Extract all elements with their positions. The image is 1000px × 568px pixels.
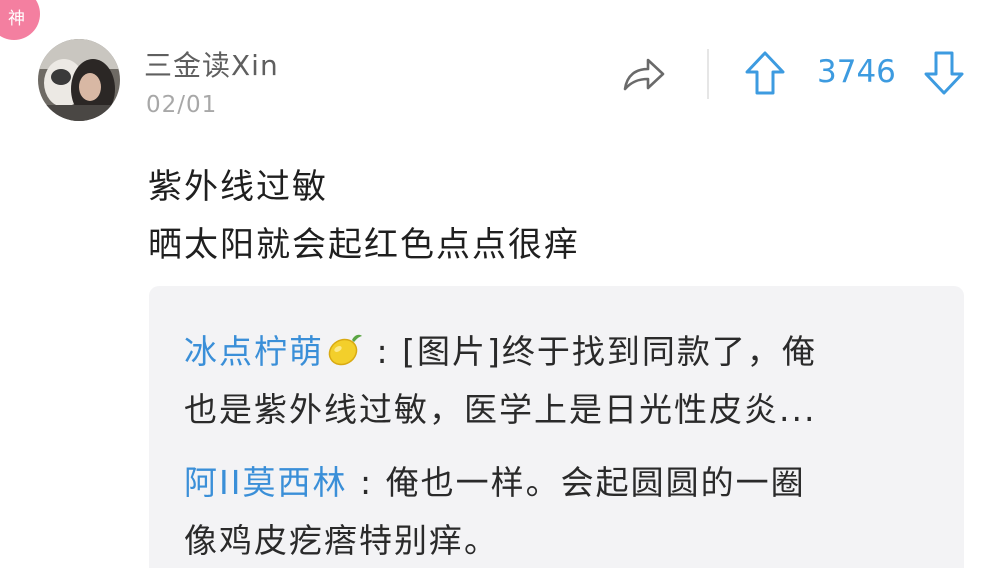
reply-first-line: 冰点柠萌 : [图片]终于找到同款了，俺 bbox=[184, 323, 817, 381]
avatar-photo bbox=[38, 39, 120, 121]
share-icon[interactable] bbox=[622, 55, 666, 95]
toolbar-divider bbox=[707, 49, 709, 99]
comment-body: 紫外线过敏 晒太阳就会起红色点点很痒 bbox=[148, 158, 580, 274]
reply-author[interactable]: 阿II莫西林 bbox=[184, 463, 347, 502]
comment-card: 神 三金读Xin 02/01 3746 紫外线过敏 晒太阳就会起红色点点很痒 冰… bbox=[0, 0, 1000, 568]
reply-separator: : bbox=[376, 332, 390, 371]
reply-text-continued: 像鸡皮疙瘩特别痒。 bbox=[184, 521, 499, 560]
avatar[interactable] bbox=[38, 39, 120, 121]
comment-line: 紫外线过敏 bbox=[148, 167, 328, 207]
downvote-icon[interactable] bbox=[923, 50, 965, 96]
reply-text: 俺也一样。会起圆圆的一圈 bbox=[385, 463, 806, 502]
comment-line: 晒太阳就会起红色点点很痒 bbox=[148, 225, 580, 265]
upvote-icon[interactable] bbox=[744, 50, 786, 96]
lemon-icon bbox=[328, 334, 362, 366]
vote-count: 3746 bbox=[817, 54, 896, 90]
username[interactable]: 三金读Xin bbox=[144, 44, 279, 84]
god-comment-badge: 神 bbox=[0, 0, 40, 40]
reply-separator: : bbox=[359, 463, 374, 502]
reply-author[interactable]: 冰点柠萌 bbox=[184, 332, 324, 371]
badge-label: 神 bbox=[8, 9, 25, 29]
reply-item[interactable]: 阿II莫西林 : 俺也一样。会起圆圆的一圈 像鸡皮疙瘩特别痒。 bbox=[184, 454, 806, 568]
post-date: 02/01 bbox=[146, 92, 218, 118]
reply-text: [图片]终于找到同款了，俺 bbox=[402, 332, 817, 371]
reply-first-line: 阿II莫西林 : 俺也一样。会起圆圆的一圈 bbox=[184, 454, 806, 512]
reply-item[interactable]: 冰点柠萌 : [图片]终于找到同款了，俺 也是紫外线过敏，医学上是日光性皮炎..… bbox=[184, 323, 817, 439]
reply-text-continued: 也是紫外线过敏，医学上是日光性皮炎... bbox=[184, 390, 817, 429]
